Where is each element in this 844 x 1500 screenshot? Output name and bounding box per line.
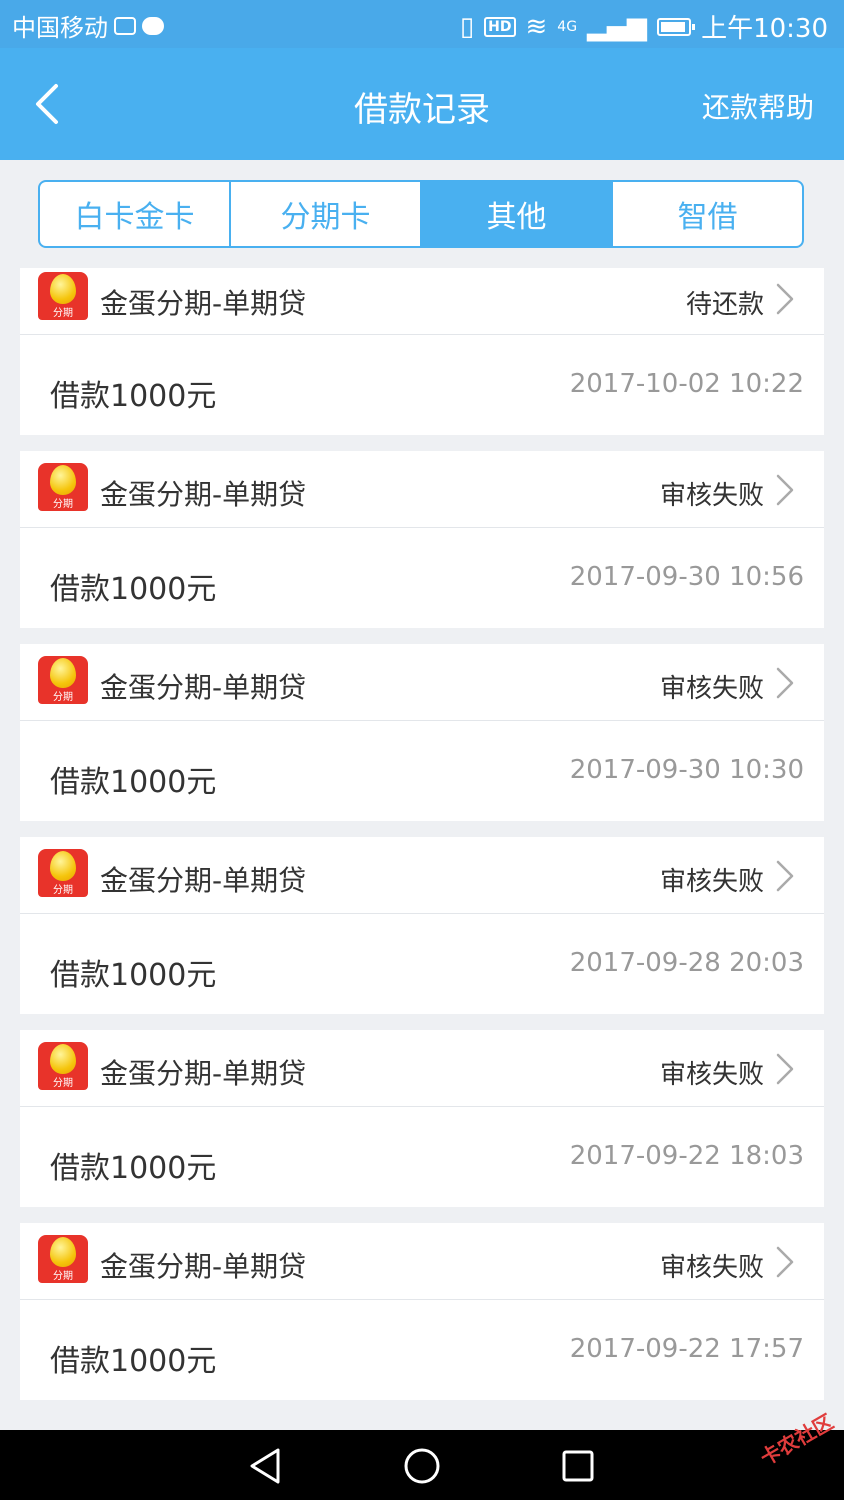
loan-amount: 借款1000元 xyxy=(50,765,217,800)
golden-egg-icon xyxy=(50,1044,76,1074)
loan-record-card[interactable]: 分期 金蛋分期-单期贷 审核失败 借款1000元 2017-09-30 10:3… xyxy=(20,644,824,821)
loan-record-body: 借款1000元 2017-09-28 20:03 xyxy=(20,914,824,1014)
loan-status: 审核失败 xyxy=(659,1253,764,1283)
loan-timestamp: 2017-09-28 20:03 xyxy=(569,948,804,978)
clock: 上午10:30 xyxy=(701,14,828,44)
message-notification-icon xyxy=(142,16,164,35)
loan-record-body: 借款1000元 2017-09-30 10:56 xyxy=(20,528,824,628)
loan-product-name: 金蛋分期-单期贷 xyxy=(100,1057,307,1090)
logo-label: 分期 xyxy=(53,499,73,510)
golden-egg-icon xyxy=(50,274,76,304)
jindan-logo-icon: 分期 xyxy=(38,849,88,897)
status-left: 中国移动 xyxy=(12,8,164,43)
loan-timestamp: 2017-09-22 17:57 xyxy=(569,1334,804,1364)
vibrate-icon: ▯ xyxy=(459,11,475,42)
chevron-right-icon xyxy=(774,1052,796,1086)
logo-label: 分期 xyxy=(53,1078,73,1089)
card-notification-icon xyxy=(114,16,136,35)
hd-badge: HD xyxy=(484,16,516,37)
loan-product-name: 金蛋分期-单期贷 xyxy=(100,864,307,897)
chevron-right-icon xyxy=(774,282,796,316)
loan-record-body: 借款1000元 2017-09-22 18:03 xyxy=(20,1107,824,1207)
loan-status: 审核失败 xyxy=(659,1060,764,1090)
wifi-icon: ≋ xyxy=(525,11,548,42)
jindan-logo-icon: 分期 xyxy=(38,656,88,704)
network-label: 4G xyxy=(557,18,578,35)
golden-egg-icon xyxy=(50,658,76,688)
loan-amount: 借款1000元 xyxy=(50,1344,217,1379)
loan-product-name: 金蛋分期-单期贷 xyxy=(100,478,307,511)
circle-home-icon xyxy=(404,1448,440,1484)
jindan-logo-icon: 分期 xyxy=(38,1042,88,1090)
battery-icon xyxy=(657,17,696,36)
loan-amount: 借款1000元 xyxy=(50,1151,217,1186)
loan-record-body: 借款1000元 2017-10-02 10:22 xyxy=(20,335,824,435)
jindan-logo-icon: 分期 xyxy=(38,463,88,511)
tab-2[interactable]: 其他 xyxy=(422,182,613,246)
loan-record-card[interactable]: 分期 金蛋分期-单期贷 审核失败 借款1000元 2017-09-28 20:0… xyxy=(20,837,824,1014)
loan-product-name: 金蛋分期-单期贷 xyxy=(100,287,307,320)
logo-label: 分期 xyxy=(53,308,73,319)
loan-record-header[interactable]: 分期 金蛋分期-单期贷 待还款 xyxy=(20,268,824,335)
golden-egg-icon xyxy=(50,465,76,495)
nav-recents-button[interactable] xyxy=(556,1444,600,1488)
loan-record-header[interactable]: 分期 金蛋分期-单期贷 审核失败 xyxy=(20,1030,824,1107)
loan-timestamp: 2017-10-02 10:22 xyxy=(569,369,804,399)
loan-amount: 借款1000元 xyxy=(50,379,217,414)
loan-status: 待还款 xyxy=(685,290,764,320)
nav-home-button[interactable] xyxy=(400,1444,444,1488)
loan-record-list: 分期 金蛋分期-单期贷 待还款 借款1000元 2017-10-02 10:22… xyxy=(20,268,824,1416)
triangle-back-icon xyxy=(250,1448,280,1484)
status-right: ▯ HD ≋ 4G ▂▄▆ 上午10:30 xyxy=(460,8,828,45)
loan-record-body: 借款1000元 2017-09-22 17:57 xyxy=(20,1300,824,1400)
tab-0[interactable]: 白卡金卡 xyxy=(40,182,231,246)
loan-amount: 借款1000元 xyxy=(50,572,217,607)
golden-egg-icon xyxy=(50,1237,76,1267)
carrier-label: 中国移动 xyxy=(12,14,108,42)
loan-record-card[interactable]: 分期 金蛋分期-单期贷 审核失败 借款1000元 2017-09-22 17:5… xyxy=(20,1223,824,1400)
loan-record-card[interactable]: 分期 金蛋分期-单期贷 待还款 借款1000元 2017-10-02 10:22 xyxy=(20,268,824,435)
loan-record-header[interactable]: 分期 金蛋分期-单期贷 审核失败 xyxy=(20,837,824,914)
loan-timestamp: 2017-09-30 10:30 xyxy=(569,755,804,785)
tab-1[interactable]: 分期卡 xyxy=(231,182,422,246)
jindan-logo-icon: 分期 xyxy=(38,272,88,320)
loan-record-card[interactable]: 分期 金蛋分期-单期贷 审核失败 借款1000元 2017-09-22 18:0… xyxy=(20,1030,824,1207)
logo-label: 分期 xyxy=(53,692,73,703)
loan-status: 审核失败 xyxy=(659,481,764,511)
golden-egg-icon xyxy=(50,851,76,881)
chevron-right-icon xyxy=(774,1245,796,1279)
chevron-right-icon xyxy=(774,666,796,700)
logo-label: 分期 xyxy=(53,1271,73,1282)
square-recents-icon xyxy=(562,1450,594,1482)
loan-amount: 借款1000元 xyxy=(50,958,217,993)
jindan-logo-icon: 分期 xyxy=(38,1235,88,1283)
loan-type-tabs: 白卡金卡 分期卡 其他 智借 xyxy=(38,180,804,248)
chevron-right-icon xyxy=(774,473,796,507)
loan-record-body: 借款1000元 2017-09-30 10:30 xyxy=(20,721,824,821)
system-nav-bar xyxy=(0,1430,844,1500)
logo-label: 分期 xyxy=(53,885,73,896)
nav-back-button[interactable] xyxy=(244,1444,288,1488)
app-header: 借款记录 还款帮助 xyxy=(0,48,844,160)
loan-product-name: 金蛋分期-单期贷 xyxy=(100,1250,307,1283)
loan-status: 审核失败 xyxy=(659,867,764,897)
loan-timestamp: 2017-09-22 18:03 xyxy=(569,1141,804,1171)
tab-3[interactable]: 智借 xyxy=(613,182,802,246)
repayment-help-link[interactable]: 还款帮助 xyxy=(702,86,814,126)
signal-icon: ▂▄▆ xyxy=(587,11,648,42)
loan-record-header[interactable]: 分期 金蛋分期-单期贷 审核失败 xyxy=(20,1223,824,1300)
loan-status: 审核失败 xyxy=(659,674,764,704)
loan-record-card[interactable]: 分期 金蛋分期-单期贷 审核失败 借款1000元 2017-09-30 10:5… xyxy=(20,451,824,628)
loan-product-name: 金蛋分期-单期贷 xyxy=(100,671,307,704)
loan-record-header[interactable]: 分期 金蛋分期-单期贷 审核失败 xyxy=(20,644,824,721)
chevron-right-icon xyxy=(774,859,796,893)
loan-record-header[interactable]: 分期 金蛋分期-单期贷 审核失败 xyxy=(20,451,824,528)
loan-timestamp: 2017-09-30 10:56 xyxy=(569,562,804,592)
status-bar: 中国移动 ▯ HD ≋ 4G ▂▄▆ 上午10:30 xyxy=(0,0,844,48)
